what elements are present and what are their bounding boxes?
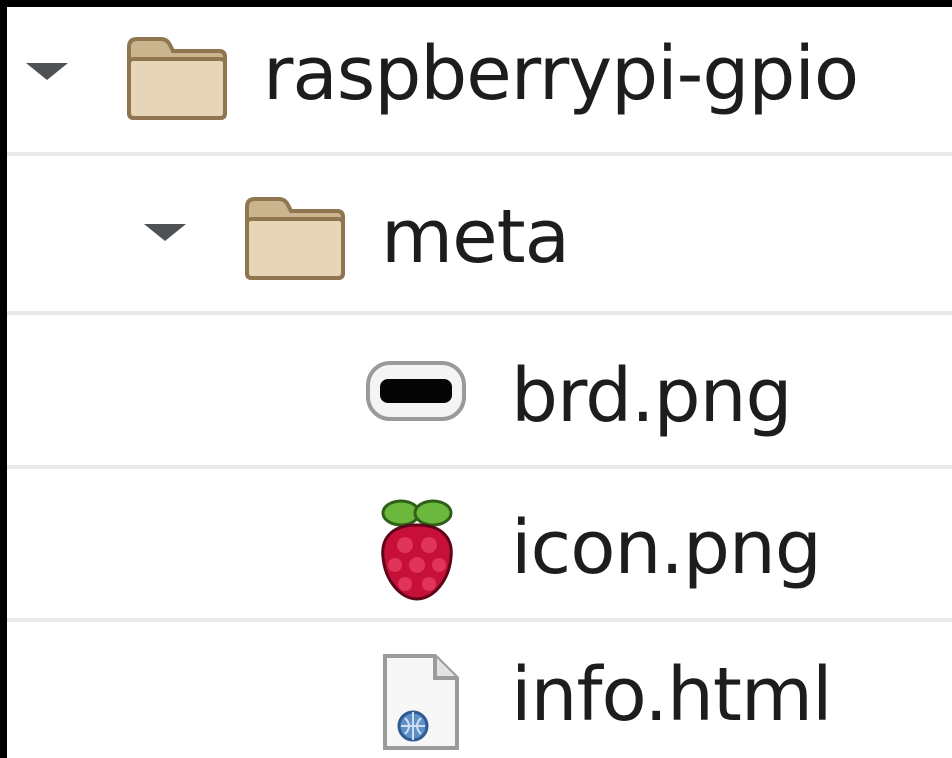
tree-item-label: meta [381, 194, 570, 280]
tree-row-meta[interactable]: meta [7, 152, 952, 311]
panel-border-top [0, 0, 952, 7]
file-tree-panel: raspberrypi-gpio meta brd.png icon.png i… [0, 0, 952, 758]
tree-row-brd-png[interactable]: brd.png [7, 311, 952, 465]
tree-row-raspberrypi-gpio[interactable]: raspberrypi-gpio [7, 7, 952, 152]
tree-item-label: icon.png [511, 505, 822, 591]
tree-item-label: raspberrypi-gpio [263, 31, 859, 117]
folder-icon [245, 197, 345, 280]
panel-border-left [0, 0, 7, 758]
tree-row-info-html[interactable]: info.html [7, 618, 952, 758]
raspberry-icon [381, 499, 453, 601]
tree-row-icon-png[interactable]: icon.png [7, 465, 952, 618]
expander-down-icon[interactable] [144, 224, 186, 241]
tree-item-label: info.html [511, 652, 833, 738]
expander-down-icon[interactable] [26, 63, 68, 80]
folder-icon [127, 37, 227, 120]
image-file-icon [366, 361, 466, 421]
html-file-icon [383, 654, 459, 750]
tree-item-label: brd.png [511, 353, 792, 439]
